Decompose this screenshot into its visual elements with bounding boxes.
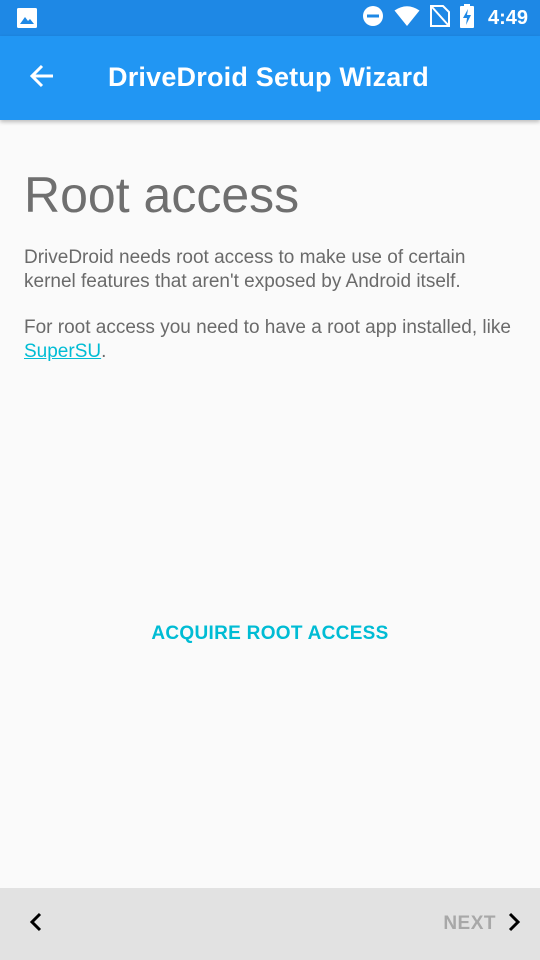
wifi-icon xyxy=(394,5,420,32)
arrow-back-icon xyxy=(29,64,55,93)
root-app-paragraph: For root access you need to have a root … xyxy=(24,316,520,364)
app-title: DriveDroid Setup Wizard xyxy=(108,62,429,92)
acquire-root-access-button[interactable]: ACQUIRE ROOT ACCESS xyxy=(140,612,400,656)
do-not-disturb-icon xyxy=(362,5,384,32)
page-title: Root access xyxy=(24,167,300,223)
battery-charging-icon xyxy=(459,3,474,33)
root-app-text: For root access you need to have a root … xyxy=(24,317,511,338)
no-sim-icon xyxy=(429,4,450,32)
status-time: 4:49 xyxy=(487,6,528,29)
previous-button[interactable] xyxy=(18,906,54,942)
next-button[interactable]: NEXT xyxy=(443,904,522,944)
next-label: NEXT xyxy=(443,913,496,934)
bottom-nav-bar: NEXT xyxy=(0,888,540,960)
status-bar: 4:49 xyxy=(0,0,540,36)
content-area: Root access DriveDroid needs root access… xyxy=(24,166,520,364)
image-icon xyxy=(16,8,38,33)
supersu-link[interactable]: SuperSU xyxy=(24,341,101,362)
chevron-left-icon xyxy=(28,911,44,938)
description-paragraph: DriveDroid needs root access to make use… xyxy=(24,247,466,292)
back-button[interactable] xyxy=(22,60,62,96)
app-bar: DriveDroid Setup Wizard xyxy=(0,36,540,120)
chevron-right-icon xyxy=(506,911,522,938)
root-app-text-suffix: . xyxy=(101,341,107,362)
